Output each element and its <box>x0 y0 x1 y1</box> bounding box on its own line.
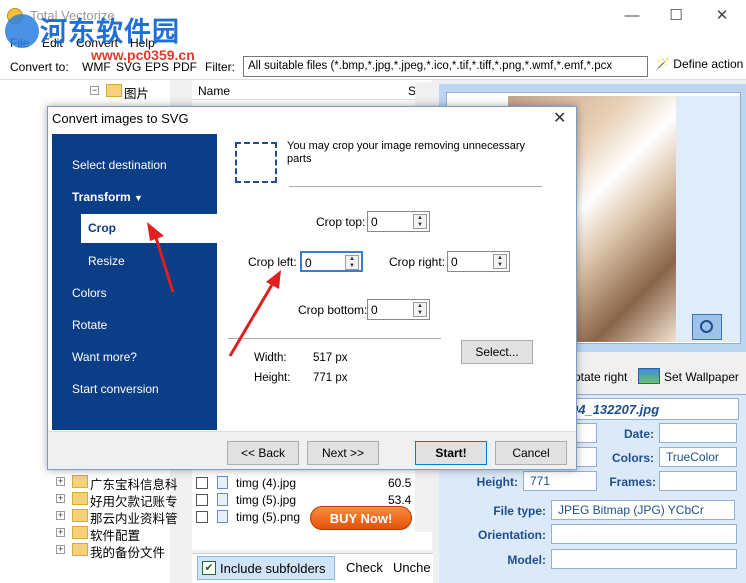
expand-icon[interactable]: + <box>56 545 65 554</box>
filter-select[interactable]: All suitable files (*.bmp,*.jpg,*.jpeg,*… <box>243 56 648 77</box>
file-checkbox[interactable] <box>196 494 208 506</box>
crop-top-label: Crop top: <box>316 215 366 229</box>
watermark-logo <box>5 14 39 48</box>
orientation-value <box>551 524 737 544</box>
magnifier-icon <box>700 320 713 333</box>
colors-value: TrueColor <box>659 447 737 467</box>
crop-icon <box>235 142 277 183</box>
crop-left-label: Crop left: <box>248 255 297 269</box>
crop-bottom-spinner[interactable]: 0 ▲ ▼ <box>367 299 430 320</box>
folder-icon <box>72 526 88 539</box>
width-label: Width: <box>254 352 287 364</box>
colors-label: Colors: <box>612 451 654 465</box>
uncheck-all-button[interactable]: Unche <box>393 560 431 575</box>
nav-resize[interactable]: Resize <box>88 254 125 268</box>
select-button[interactable]: Select... <box>461 340 533 364</box>
file-type-label: File type: <box>493 504 546 518</box>
nav-select-destination[interactable]: Select destination <box>72 158 167 172</box>
folder-icon <box>72 492 88 505</box>
checkmark-icon: ✔ <box>202 561 216 575</box>
model-value <box>551 549 737 569</box>
define-action-button[interactable]: 🪄 Define action <box>655 57 743 71</box>
width-value: 517 px <box>313 352 348 364</box>
folder-icon <box>72 509 88 522</box>
minimize-icon[interactable]: — <box>622 6 642 26</box>
close-icon[interactable]: ✕ <box>712 6 732 26</box>
zoom-button[interactable] <box>692 314 722 340</box>
folder-icon <box>72 543 88 556</box>
orientation-label: Orientation: <box>478 528 546 542</box>
watermark-url: www.pc0359.cn <box>91 47 195 63</box>
buy-now-button[interactable]: BUY Now! <box>310 506 412 530</box>
height-label: Height: <box>476 475 518 489</box>
wand-icon: 🪄 <box>655 57 670 71</box>
cancel-button[interactable]: Cancel <box>495 441 567 465</box>
nav-rotate[interactable]: Rotate <box>72 318 107 332</box>
preview-background <box>676 96 740 342</box>
back-button[interactable]: << Back <box>227 441 299 465</box>
height-label: Height: <box>254 372 291 384</box>
date-label: Date: <box>623 427 654 441</box>
convert-to-label: Convert to: <box>10 60 69 74</box>
nav-transform[interactable]: Transform ▼ <box>72 190 143 204</box>
crop-left-spinner[interactable]: 0 ▲ ▼ <box>300 251 363 272</box>
define-action-label: Define action <box>673 57 744 71</box>
dialog-close-icon[interactable]: ✕ <box>553 108 566 128</box>
folder-icon <box>72 475 88 488</box>
expand-icon[interactable]: + <box>56 494 65 503</box>
divider <box>228 338 441 339</box>
image-file-icon <box>217 476 228 489</box>
include-subfolders-toggle[interactable]: ✔ Include subfolders <box>197 556 335 580</box>
column-name[interactable]: Name <box>198 84 230 98</box>
spinner-arrows-icon[interactable]: ▲ ▼ <box>493 254 507 269</box>
crop-top-spinner[interactable]: 0 ▲ ▼ <box>367 211 430 232</box>
dialog-title: Convert images to SVG <box>52 111 189 126</box>
file-type-value: JPEG Bitmap (JPG) YCbCr <box>551 500 735 520</box>
rotate-right-button[interactable]: otate right <box>574 370 627 384</box>
date-value <box>659 423 737 443</box>
crop-description: You may crop your image removing unneces… <box>287 140 526 165</box>
folder-icon <box>106 84 122 97</box>
nav-start-conversion[interactable]: Start conversion <box>72 382 159 396</box>
file-checkbox[interactable] <box>196 477 208 489</box>
divider <box>289 186 542 187</box>
expand-icon[interactable]: + <box>56 477 65 486</box>
nav-want-more[interactable]: Want more? <box>72 350 137 364</box>
spinner-arrows-icon[interactable]: ▲ ▼ <box>413 214 427 229</box>
spinner-arrows-icon[interactable]: ▲ ▼ <box>413 302 427 317</box>
frames-value <box>659 471 737 491</box>
spinner-arrows-icon[interactable]: ▲ ▼ <box>345 255 359 270</box>
watermark-text: 河东软件园 <box>40 17 180 48</box>
file-checkbox[interactable] <box>196 511 208 523</box>
set-wallpaper-button[interactable]: Set Wallpaper <box>664 370 739 384</box>
expand-icon[interactable]: + <box>56 528 65 537</box>
height-value: 771 px <box>313 372 348 384</box>
file-row[interactable]: timg (4).jpg 60.5 <box>196 474 416 492</box>
frames-label: Frames: <box>609 475 656 489</box>
maximize-icon[interactable]: ☐ <box>666 6 686 26</box>
model-label: Model: <box>507 553 546 567</box>
crop-right-spinner[interactable]: 0 ▲ ▼ <box>447 251 510 272</box>
caret-down-icon: ▼ <box>134 193 143 203</box>
next-button[interactable]: Next >> <box>307 441 379 465</box>
filter-label: Filter: <box>205 60 235 74</box>
crop-right-label: Crop right: <box>389 255 446 269</box>
start-button[interactable]: Start! <box>415 441 487 465</box>
collapse-icon[interactable]: − <box>90 86 99 95</box>
image-file-icon <box>217 493 228 506</box>
image-file-icon <box>217 510 228 523</box>
height-value: 771 <box>523 471 597 491</box>
file-list-header: Name S <box>192 82 416 100</box>
crop-bottom-label: Crop bottom: <box>298 303 368 317</box>
check-all-button[interactable]: Check <box>346 560 383 575</box>
wallpaper-icon <box>638 368 660 384</box>
nav-crop[interactable]: Crop <box>81 214 217 243</box>
expand-icon[interactable]: + <box>56 511 65 520</box>
nav-colors[interactable]: Colors <box>72 286 107 300</box>
